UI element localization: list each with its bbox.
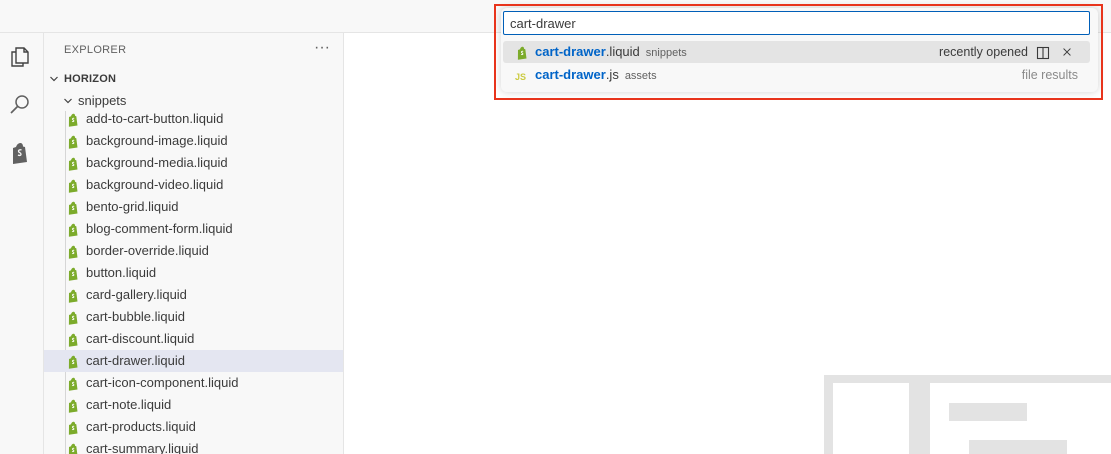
liquid-file-icon [66,376,80,391]
file-name: bento-grid.liquid [86,199,179,214]
file-name: cart-summary.liquid [86,441,199,454]
close-icon[interactable] [1060,41,1074,63]
file-item[interactable]: cart-drawer.liquid [44,350,343,372]
project-label: HORIZON [64,73,117,85]
file-item[interactable]: cart-discount.liquid [44,328,343,350]
file-name: button.liquid [86,265,157,280]
file-name: cart-products.liquid [86,419,196,434]
shopify-liquid-icon [515,45,529,60]
liquid-file-icon [66,178,80,193]
shopify-icon[interactable] [8,141,32,165]
liquid-file-icon [66,266,80,281]
file-item[interactable]: cart-note.liquid [44,394,343,416]
liquid-file-icon [66,244,80,259]
liquid-file-icon [66,332,80,347]
liquid-file-icon [66,156,80,171]
explorer-title: EXPLORER [64,44,127,56]
file-item[interactable]: cart-summary.liquid [44,438,343,454]
file-name: background-video.liquid [86,177,224,192]
result-description: snippets [645,47,687,59]
file-item[interactable]: card-gallery.liquid [44,284,343,306]
file-item[interactable]: background-video.liquid [44,174,343,196]
liquid-file-icon [66,134,80,149]
result-label: cart-drawer.liquid snippets [535,41,687,64]
svg-text:JS: JS [515,72,526,82]
file-name: blog-comment-form.liquid [86,221,233,236]
liquid-file-icon [66,442,80,454]
search-icon[interactable] [8,93,32,117]
file-item[interactable]: cart-icon-component.liquid [44,372,343,394]
javascript-icon: JS [515,68,529,82]
liquid-file-icon [66,200,80,215]
file-name: background-image.liquid [86,133,228,148]
file-name: cart-icon-component.liquid [86,375,239,390]
liquid-file-icon [66,398,80,413]
result-group-label: file results [1021,68,1078,82]
file-item[interactable]: cart-bubble.liquid [44,306,343,328]
ellipsis-icon[interactable]: ··· [312,38,332,60]
file-item[interactable]: background-media.liquid [44,152,343,174]
quick-open-widget: cart-drawer.liquidsnippetsrecently opene… [501,8,1098,92]
file-name: cart-discount.liquid [86,331,195,346]
editor-watermark [824,375,1111,454]
file-item[interactable]: bento-grid.liquid [44,196,343,218]
file-item[interactable]: button.liquid [44,262,343,284]
file-item[interactable]: add-to-cart-button.liquid [44,108,343,130]
explorer-icon[interactable] [8,45,32,69]
result-extension: .js [605,67,619,82]
file-item[interactable]: border-override.liquid [44,240,343,262]
project-header[interactable]: HORIZON [44,68,343,90]
file-name: cart-bubble.liquid [86,309,186,324]
result-match: cart-drawer [535,67,606,82]
file-name: background-media.liquid [86,155,228,170]
result-description: assets [624,70,657,82]
explorer-sidebar: EXPLORER ··· HORIZON snippets add-to-car… [44,33,344,454]
result-group-label: recently opened [939,45,1028,59]
file-name: card-gallery.liquid [86,287,187,302]
liquid-file-icon [66,310,80,325]
file-item[interactable]: cart-products.liquid [44,416,343,438]
file-name: border-override.liquid [86,243,209,258]
activity-bar [0,33,44,454]
open-to-side-icon[interactable] [1036,45,1050,60]
quick-open-input[interactable] [503,11,1090,35]
file-name: cart-drawer.liquid [86,353,185,368]
quick-open-result[interactable]: JS cart-drawer.js assets file results [503,64,1090,86]
result-match: cart-drawer [535,44,606,59]
file-name: cart-note.liquid [86,397,172,412]
explorer-header: EXPLORER ··· [44,33,343,68]
chevron-down-icon [46,68,62,90]
liquid-file-icon [66,354,80,369]
file-item[interactable]: blog-comment-form.liquid [44,218,343,240]
liquid-file-icon [66,420,80,435]
liquid-file-icon [66,222,80,237]
liquid-file-icon [66,112,80,127]
liquid-file-icon [66,288,80,303]
file-item[interactable]: background-image.liquid [44,130,343,152]
result-label: cart-drawer.js assets [535,64,657,87]
result-extension: .liquid [605,44,640,59]
file-name: add-to-cart-button.liquid [86,111,224,126]
quick-open-result[interactable]: cart-drawer.liquid snippets recently opene… [503,41,1090,63]
